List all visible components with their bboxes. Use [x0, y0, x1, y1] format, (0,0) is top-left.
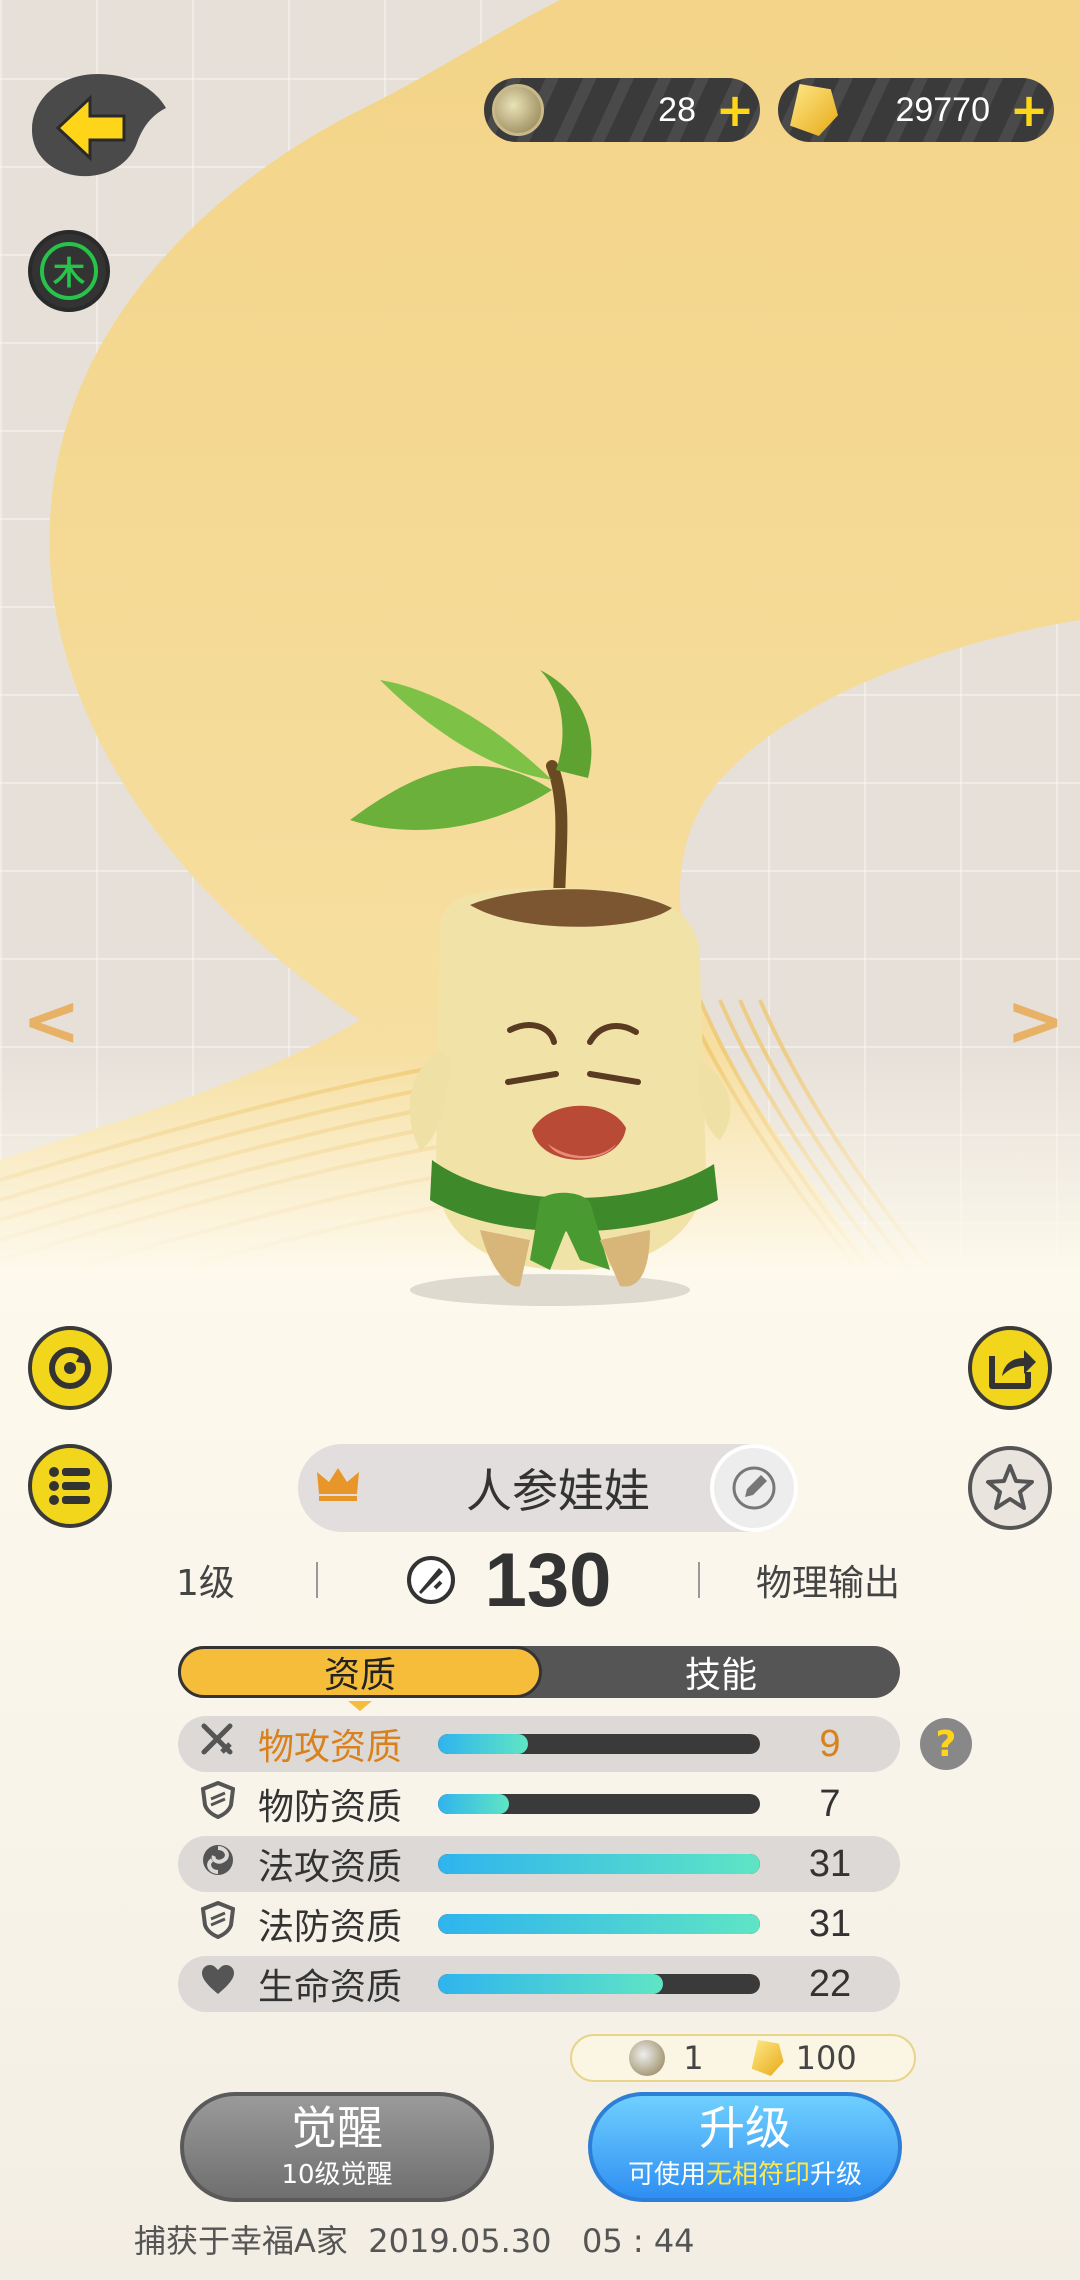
stat-label: 生命资质 — [258, 1967, 403, 2008]
creature-name-box: 人参娃娃 — [298, 1444, 798, 1532]
creature-role: 物理输出 — [755, 1563, 900, 1604]
gem-count: 29770 — [895, 90, 990, 129]
capture-info: 捕获于幸福A家 2019.05.30 05 : 44 — [134, 2222, 695, 2260]
stat-row-magic-attack: 法攻资质 31 — [178, 1836, 900, 1892]
stat-label: 法攻资质 — [258, 1847, 403, 1888]
shield-icon — [178, 1780, 258, 1827]
creature-info-row: 1级 130 物理输出 — [176, 1538, 900, 1623]
spiral-icon — [178, 1842, 258, 1886]
upgrade-button-subtitle: 可使用无相符印升级 — [628, 2154, 862, 2191]
share-icon — [989, 1350, 1036, 1389]
favorite-button[interactable] — [968, 1446, 1052, 1530]
stat-row-physical-defense: 物防资质 7 — [178, 1776, 900, 1832]
creature-model — [350, 670, 731, 1306]
previous-creature-arrow[interactable]: < — [22, 980, 81, 1062]
sword-icon — [178, 1722, 258, 1766]
star-icon — [986, 1464, 1034, 1510]
element-badge[interactable]: 木 — [28, 230, 110, 312]
stat-bar — [438, 1974, 760, 1994]
gem-cost: 100 — [795, 2039, 857, 2077]
stat-bar-fill — [438, 1734, 529, 1754]
creature-level: 1级 — [176, 1563, 235, 1604]
gem-icon — [790, 84, 838, 136]
aptitude-help-button[interactable]: ? — [920, 1718, 972, 1770]
awaken-button-subtitle: 10级觉醒 — [281, 2159, 393, 2190]
awaken-button-title: 觉醒 — [291, 2101, 383, 2156]
tab-skills[interactable]: 技能 — [542, 1646, 900, 1698]
shield-icon — [178, 1900, 258, 1947]
upgrade-sub-prefix: 可使用 — [627, 2159, 706, 2190]
crown-icon — [298, 1464, 378, 1512]
stat-label: 物攻资质 — [258, 1727, 403, 1768]
stat-row-magic-defense: 法防资质 31 — [178, 1896, 900, 1952]
aptitude-stats: 物攻资质 9 物防资质 7 法攻资质 31 法防资质 31 生命资质 22 — [178, 1716, 900, 2016]
stat-value: 7 — [819, 1782, 841, 1825]
coin-cost: 1 — [683, 2039, 704, 2077]
rotate-view-button[interactable] — [28, 1326, 112, 1410]
element-wood-icon: 木 — [40, 242, 98, 300]
rotate-icon — [49, 1347, 91, 1389]
upgrade-button[interactable]: 升级 可使用无相符印升级 — [588, 2092, 902, 2202]
upgrade-sub-item: 无相符印 — [705, 2159, 810, 2190]
stat-value: 31 — [808, 1902, 852, 1945]
share-button[interactable] — [968, 1326, 1052, 1410]
tab-aptitude[interactable]: 资质 — [178, 1646, 542, 1711]
back-button[interactable] — [28, 68, 168, 182]
stat-bar-fill — [438, 1974, 664, 1994]
stat-bar-fill — [438, 1914, 760, 1934]
coin-icon — [492, 84, 544, 136]
stat-row-physical-attack: 物攻资质 9 — [178, 1716, 900, 1772]
stat-bar — [438, 1914, 760, 1934]
stat-value: 31 — [808, 1842, 852, 1885]
back-arrow-icon — [32, 74, 166, 177]
upgrade-button-title: 升级 — [699, 2101, 791, 2156]
stat-bar-fill — [438, 1794, 509, 1814]
stat-bar — [438, 1734, 760, 1754]
gem-counter: 29770 + — [778, 78, 1054, 142]
coin-count: 28 — [658, 90, 696, 129]
rename-button[interactable] — [710, 1444, 798, 1532]
upgrade-cost: 1 100 — [570, 2034, 916, 2082]
stat-row-health: 生命资质 22 — [178, 1956, 900, 2012]
stat-bar — [438, 1854, 760, 1874]
stat-value: 9 — [819, 1722, 841, 1765]
awaken-button[interactable]: 觉醒 10级觉醒 — [180, 2092, 494, 2202]
heart-icon — [178, 1964, 258, 2004]
coin-icon — [629, 2040, 666, 2076]
gem-icon — [751, 2040, 784, 2076]
combat-power: 130 — [318, 1537, 698, 1624]
combat-power-icon — [406, 1556, 455, 1604]
add-coin-button[interactable]: + — [710, 87, 760, 133]
stat-value: 22 — [808, 1962, 852, 2005]
detail-tabs: 资质 技能 — [178, 1646, 900, 1711]
stat-label: 物防资质 — [258, 1787, 403, 1828]
stat-label: 法防资质 — [258, 1907, 403, 1948]
upgrade-sub-suffix: 升级 — [810, 2159, 863, 2190]
stat-bar — [438, 1794, 760, 1814]
coin-counter: 28 + — [484, 78, 760, 142]
combat-power-value: 130 — [484, 1537, 612, 1623]
next-creature-arrow[interactable]: > — [1006, 980, 1065, 1062]
add-gem-button[interactable]: + — [1004, 87, 1054, 133]
list-icon — [49, 1467, 90, 1505]
edit-pencil-icon — [732, 1466, 776, 1510]
stat-bar-fill — [438, 1854, 760, 1874]
list-menu-button[interactable] — [28, 1444, 112, 1528]
